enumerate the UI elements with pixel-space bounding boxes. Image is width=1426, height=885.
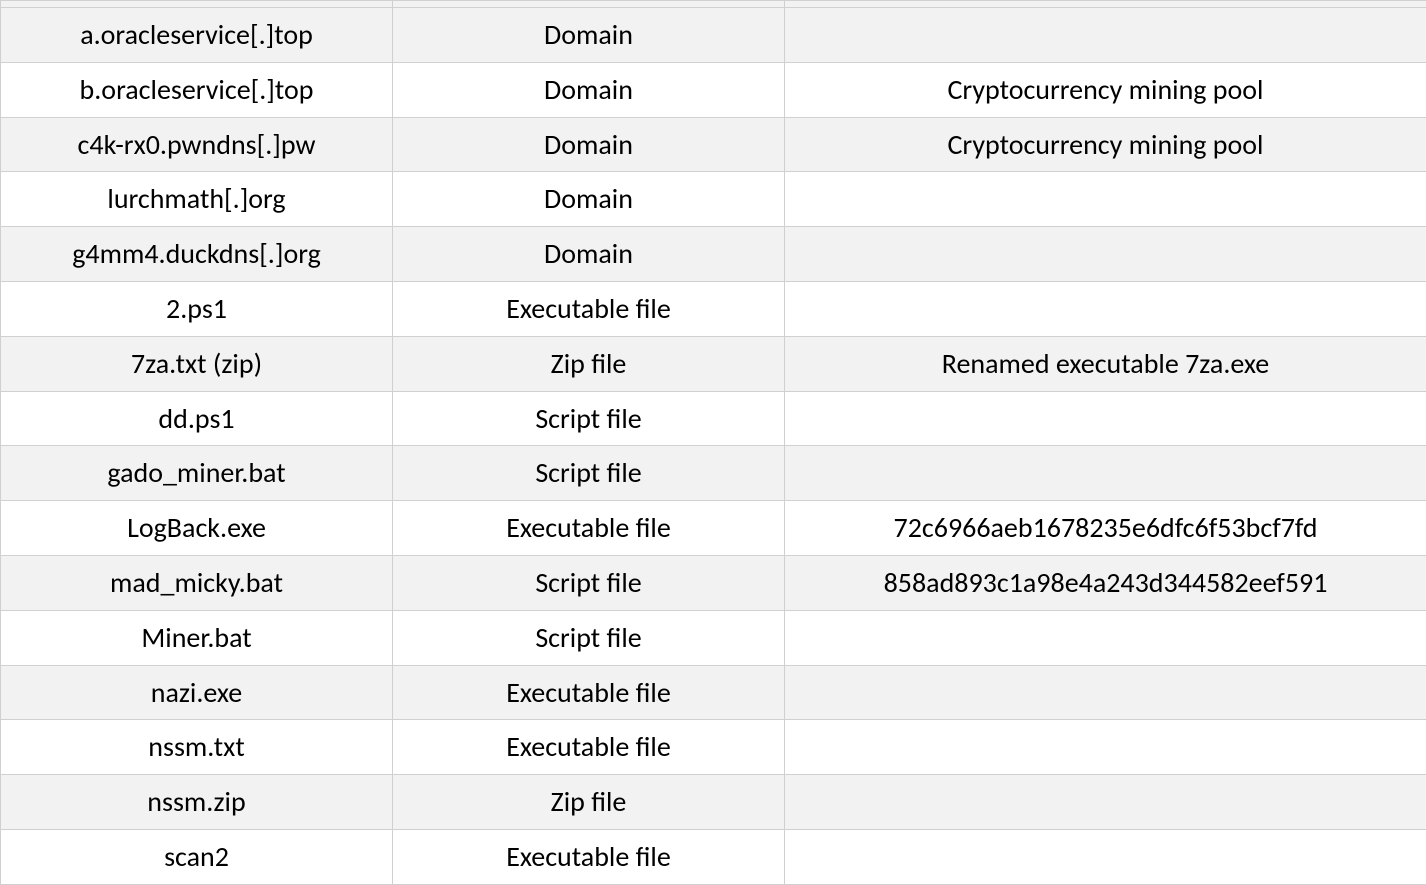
table-row: 7za.txt (zip) Zip file Renamed executabl…	[1, 336, 1426, 391]
cell-details	[785, 172, 1426, 227]
table-row-sliver	[1, 1, 1426, 8]
cell-type: Script file	[393, 555, 785, 610]
cell-type: Zip file	[393, 336, 785, 391]
table-row: mad_micky.bat Script file 858ad893c1a98e…	[1, 555, 1426, 610]
cell-indicator: LogBack.exe	[1, 501, 393, 556]
table-row: 2.ps1 Executable file	[1, 281, 1426, 336]
cell-details	[785, 227, 1426, 282]
cell-details	[785, 665, 1426, 720]
cell-indicator: scan2	[1, 829, 393, 884]
cell-indicator: mad_micky.bat	[1, 555, 393, 610]
ioc-table: a.oracleservice[.]top Domain b.oracleser…	[0, 0, 1426, 885]
cell-type: Script file	[393, 610, 785, 665]
cell-details: 72c6966aeb1678235e6dfc6f53bcf7fd	[785, 501, 1426, 556]
table-row: scan2 Executable file	[1, 829, 1426, 884]
cell-details	[785, 8, 1426, 63]
cell	[1, 1, 393, 8]
cell-details	[785, 829, 1426, 884]
cell-details	[785, 446, 1426, 501]
cell-type: Executable file	[393, 501, 785, 556]
cell-details: Renamed executable 7za.exe	[785, 336, 1426, 391]
cell-details	[785, 281, 1426, 336]
cell-indicator: 2.ps1	[1, 281, 393, 336]
table-row: c4k-rx0.pwndns[.]pw Domain Cryptocurrenc…	[1, 117, 1426, 172]
cell-indicator: Miner.bat	[1, 610, 393, 665]
cell-indicator: nssm.zip	[1, 775, 393, 830]
cell-type: Zip file	[393, 775, 785, 830]
cell-type: Domain	[393, 227, 785, 282]
cell-details: Cryptocurrency mining pool	[785, 62, 1426, 117]
cell-indicator: lurchmath[.]org	[1, 172, 393, 227]
table-row: g4mm4.duckdns[.]org Domain	[1, 227, 1426, 282]
cell-indicator: dd.ps1	[1, 391, 393, 446]
table-row: nssm.zip Zip file	[1, 775, 1426, 830]
cell-type: Executable file	[393, 720, 785, 775]
cell-type: Domain	[393, 62, 785, 117]
cell-details	[785, 775, 1426, 830]
cell-type: Domain	[393, 172, 785, 227]
table-row: Miner.bat Script file	[1, 610, 1426, 665]
table-row: dd.ps1 Script file	[1, 391, 1426, 446]
cell-type: Script file	[393, 446, 785, 501]
cell-details	[785, 610, 1426, 665]
cell	[785, 1, 1426, 8]
cell-indicator: nssm.txt	[1, 720, 393, 775]
cell-indicator: b.oracleservice[.]top	[1, 62, 393, 117]
cell-details	[785, 391, 1426, 446]
table-row: LogBack.exe Executable file 72c6966aeb16…	[1, 501, 1426, 556]
cell-indicator: a.oracleservice[.]top	[1, 8, 393, 63]
table-row: gado_miner.bat Script file	[1, 446, 1426, 501]
table-row: a.oracleservice[.]top Domain	[1, 8, 1426, 63]
cell-indicator: nazi.exe	[1, 665, 393, 720]
cell-type: Executable file	[393, 665, 785, 720]
cell-indicator: c4k-rx0.pwndns[.]pw	[1, 117, 393, 172]
cell	[393, 1, 785, 8]
cell-details: Cryptocurrency mining pool	[785, 117, 1426, 172]
cell-details: 858ad893c1a98e4a243d344582eef591	[785, 555, 1426, 610]
table-row: lurchmath[.]org Domain	[1, 172, 1426, 227]
table-row: b.oracleservice[.]top Domain Cryptocurre…	[1, 62, 1426, 117]
cell-details	[785, 720, 1426, 775]
cell-indicator: g4mm4.duckdns[.]org	[1, 227, 393, 282]
cell-indicator: gado_miner.bat	[1, 446, 393, 501]
cell-indicator: 7za.txt (zip)	[1, 336, 393, 391]
cell-type: Script file	[393, 391, 785, 446]
cell-type: Executable file	[393, 281, 785, 336]
cell-type: Domain	[393, 117, 785, 172]
cell-type: Domain	[393, 8, 785, 63]
table-row: nssm.txt Executable file	[1, 720, 1426, 775]
cell-type: Executable file	[393, 829, 785, 884]
table-row: nazi.exe Executable file	[1, 665, 1426, 720]
